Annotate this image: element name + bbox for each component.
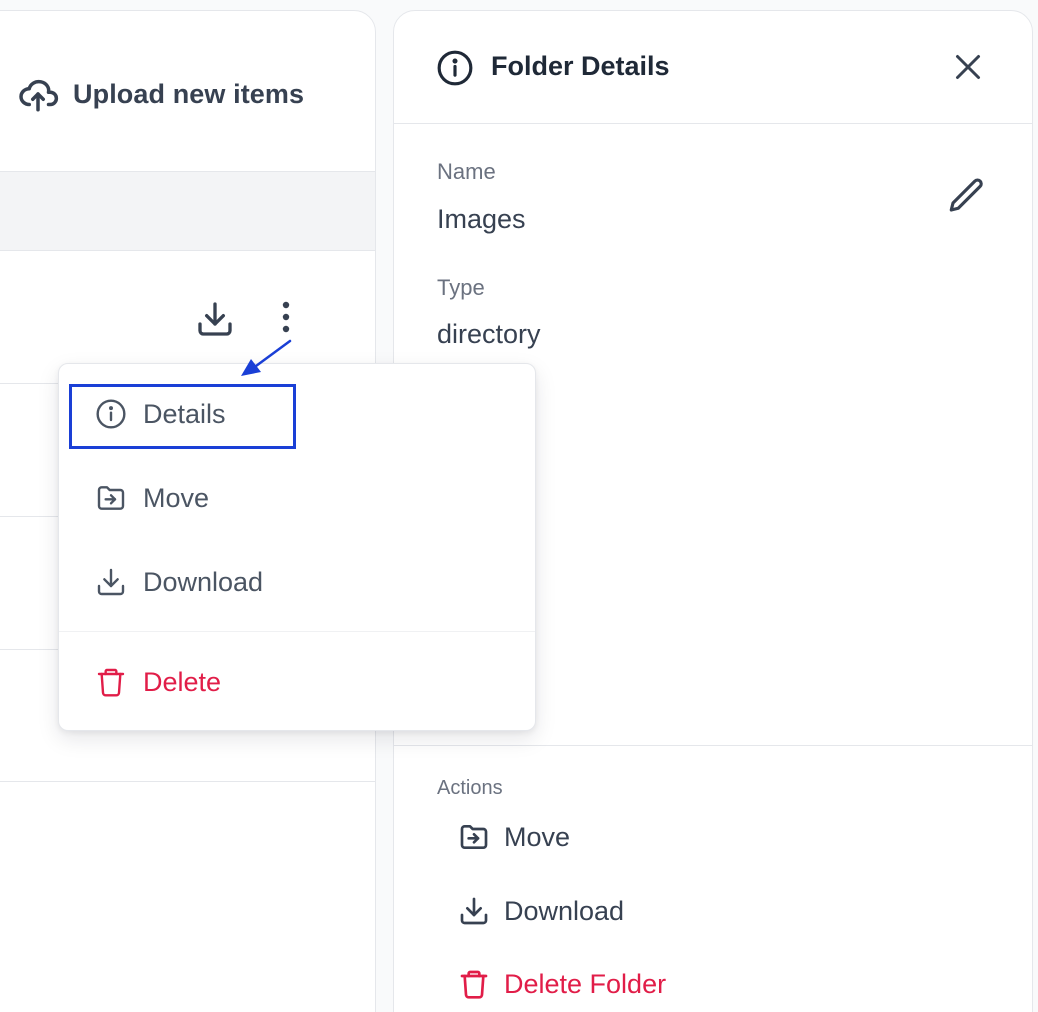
menu-item-details[interactable]: Details	[95, 398, 226, 430]
close-icon	[950, 49, 986, 85]
name-value: Images	[437, 204, 526, 234]
move-label: Move	[504, 821, 571, 852]
upload-new-items-button[interactable]: Upload new items	[17, 73, 304, 115]
download-icon	[458, 895, 490, 927]
file-list-header	[0, 171, 375, 251]
close-details-button[interactable]	[950, 49, 986, 85]
menu-item-delete[interactable]: Delete	[95, 666, 221, 698]
info-circle-icon	[95, 398, 127, 430]
delete-folder-button[interactable]: Delete Folder	[458, 968, 666, 1000]
row-more-options-button[interactable]	[279, 299, 293, 339]
download-icon	[195, 299, 235, 339]
folder-move-icon	[95, 482, 127, 514]
menu-item-download[interactable]: Download	[95, 566, 263, 598]
section-divider	[394, 745, 1032, 746]
row-download-button[interactable]	[195, 299, 235, 339]
cloud-upload-icon	[17, 73, 59, 115]
download-icon	[95, 566, 127, 598]
trash-icon	[95, 666, 127, 698]
details-title: Folder Details	[491, 51, 670, 81]
menu-item-label: Details	[143, 398, 226, 429]
download-label: Download	[504, 895, 625, 926]
folder-move-icon	[458, 821, 490, 853]
name-label: Name	[437, 159, 496, 184]
row-divider	[0, 781, 375, 782]
menu-item-label: Delete	[143, 666, 222, 697]
type-label: Type	[437, 275, 485, 300]
more-vertical-icon	[279, 299, 293, 339]
info-circle-icon	[436, 49, 474, 87]
menu-divider	[59, 631, 535, 632]
context-menu: Details Move Download Delete	[58, 363, 536, 731]
menu-item-label: Download	[143, 566, 264, 597]
edit-name-button[interactable]	[946, 175, 988, 217]
type-value: directory	[437, 319, 541, 349]
details-header: Folder Details	[394, 11, 1032, 124]
menu-item-move[interactable]: Move	[95, 482, 209, 514]
actions-label: Actions	[437, 777, 503, 799]
menu-item-label: Move	[143, 482, 210, 513]
trash-icon	[458, 968, 490, 1000]
pencil-icon	[946, 175, 988, 217]
delete-folder-label: Delete Folder	[504, 968, 667, 999]
upload-new-items-label: Upload new items	[73, 78, 305, 109]
move-folder-button[interactable]: Move	[458, 821, 570, 853]
download-folder-button[interactable]: Download	[458, 895, 624, 927]
